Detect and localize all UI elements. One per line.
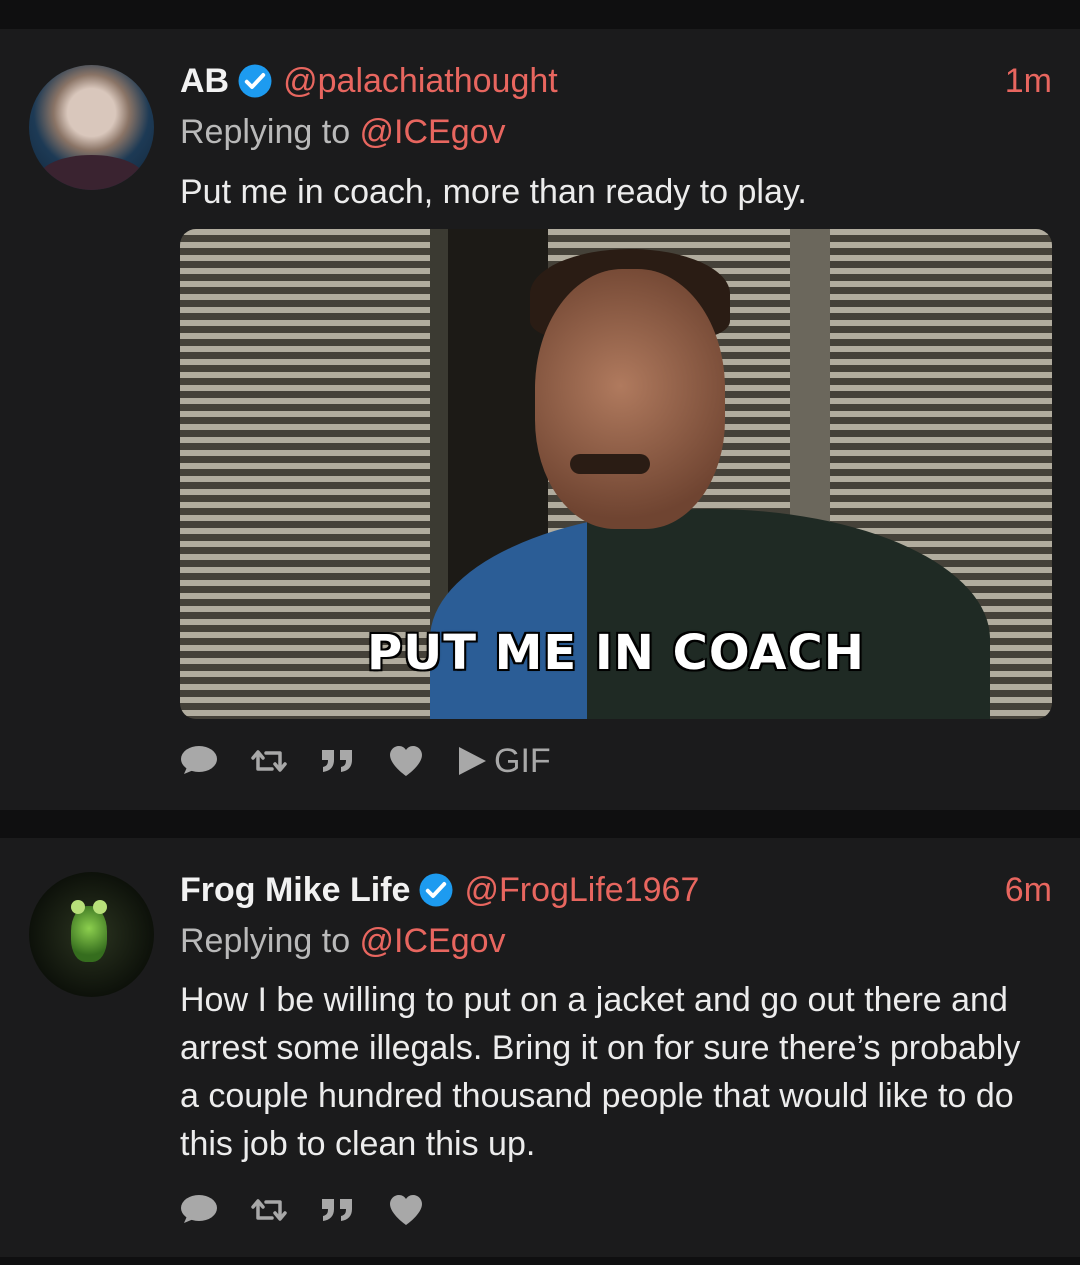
avatar[interactable]: [29, 65, 154, 190]
quote-icon[interactable]: [320, 1197, 356, 1223]
tweet-text: How I be willing to put on a jacket and …: [180, 981, 1021, 1163]
tweet-card[interactable]: Frog Mike Life @FrogLife1967 6m Replying…: [0, 838, 1080, 1257]
replying-to-label: Replying to: [180, 922, 360, 960]
play-icon: [456, 745, 488, 777]
replying-to-line: Replying to @ICEgov: [180, 922, 506, 961]
comment-icon[interactable]: [180, 744, 218, 778]
timestamp[interactable]: 6m: [1005, 868, 1052, 912]
tweet-header: Frog Mike Life @FrogLife1967: [180, 868, 699, 912]
mention-link[interactable]: @ICEgov: [360, 922, 506, 960]
retweet-icon[interactable]: [250, 1196, 288, 1224]
action-bar: GIF: [180, 741, 583, 781]
tweet-text: Put me in coach, more than ready to play…: [180, 173, 807, 211]
tweet-header: AB @palachiathought: [180, 59, 558, 103]
replying-to-line: Replying to @ICEgov: [180, 113, 506, 152]
quote-icon[interactable]: [320, 748, 356, 774]
gif-caption: PUT ME IN COACH: [367, 625, 865, 681]
timestamp[interactable]: 1m: [1005, 59, 1052, 103]
retweet-icon[interactable]: [250, 747, 288, 775]
like-icon[interactable]: [388, 745, 424, 777]
verified-icon: [418, 872, 454, 908]
display-name[interactable]: Frog Mike Life: [180, 871, 410, 910]
mention-link[interactable]: @ICEgov: [360, 113, 506, 151]
like-icon[interactable]: [388, 1194, 424, 1226]
display-name[interactable]: AB: [180, 62, 229, 101]
replying-to-label: Replying to: [180, 113, 360, 151]
gif-play-button[interactable]: GIF: [456, 742, 551, 781]
action-bar: [180, 1190, 456, 1230]
verified-icon: [237, 63, 273, 99]
user-handle[interactable]: @FrogLife1967: [464, 871, 699, 910]
gif-label: GIF: [494, 741, 551, 780]
avatar[interactable]: [29, 872, 154, 997]
tweet-card[interactable]: AB @palachiathought 1m Replying to @ICEg…: [0, 29, 1080, 810]
comment-icon[interactable]: [180, 1193, 218, 1227]
gif-media[interactable]: PUT ME IN COACH: [180, 229, 1052, 719]
user-handle[interactable]: @palachiathought: [283, 62, 558, 101]
